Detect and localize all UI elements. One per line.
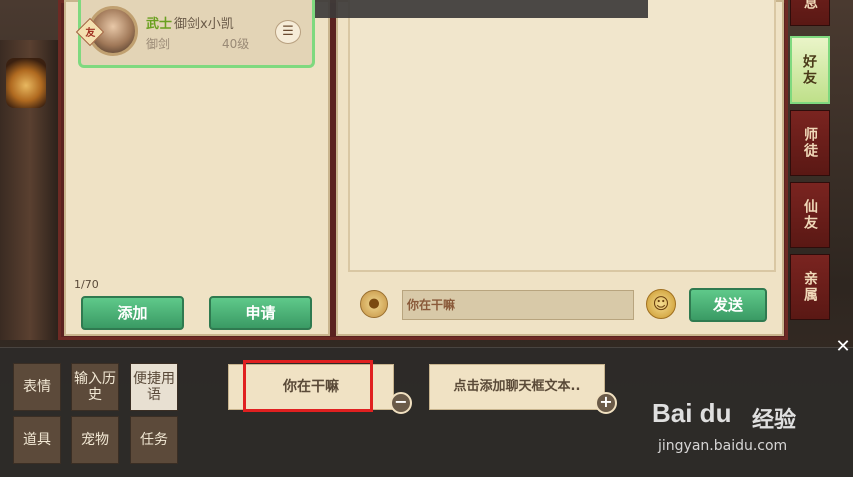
tab-friends[interactable]: 好友 (790, 36, 830, 104)
add-phrase-item[interactable]: 点击添加聊天框文本.. (429, 364, 605, 410)
category-items[interactable]: 道具 (13, 416, 61, 464)
microphone-icon[interactable]: ● (360, 290, 388, 318)
apply-button[interactable]: 申请 (209, 296, 312, 330)
category-tasks[interactable]: 任务 (130, 416, 178, 464)
friend-count: 1/70 (74, 278, 99, 291)
close-icon[interactable]: ✕ (834, 338, 852, 356)
remove-phrase-button[interactable]: − (390, 392, 412, 414)
tab-info[interactable]: 信息 (790, 0, 830, 26)
friend-sect: 御剑 (146, 37, 171, 51)
friend-level: 40级 (222, 37, 250, 51)
friend-badge-label: 友 (85, 28, 96, 40)
friend-title: 武士 (146, 17, 173, 32)
highlight-box (243, 360, 373, 412)
category-input-history[interactable]: 输入历史 (71, 363, 119, 411)
category-pets[interactable]: 宠物 (71, 416, 119, 464)
send-button[interactable]: 发送 (689, 288, 767, 322)
tab-relatives[interactable]: 亲属 (790, 254, 830, 320)
category-emoji[interactable]: 表情 (13, 363, 61, 411)
side-tabs: 信息 好友 师徒 仙友 亲属 (790, 0, 830, 340)
add-friend-button[interactable]: 添加 (81, 296, 184, 330)
list-icon[interactable]: ☰ (275, 20, 301, 44)
friend-name: 御剑x小凯 (174, 17, 234, 32)
smiley-icon[interactable]: ☺ (646, 289, 676, 319)
watermark-logo: Bai du (652, 398, 732, 428)
watermark-cn: 经验 (752, 408, 797, 433)
add-phrase-button[interactable]: + (595, 392, 617, 414)
chat-message-area[interactable] (348, 0, 776, 272)
tab-immortal-friends[interactable]: 仙友 (790, 182, 830, 248)
watermark-url: jingyan.baidu.com (658, 438, 788, 454)
category-quick-phrases[interactable]: 便捷用语 (130, 363, 178, 411)
lantern-decoration (6, 58, 46, 108)
tab-master-apprentice[interactable]: 师徒 (790, 110, 830, 176)
chat-input[interactable]: 你在干嘛 (402, 290, 634, 320)
